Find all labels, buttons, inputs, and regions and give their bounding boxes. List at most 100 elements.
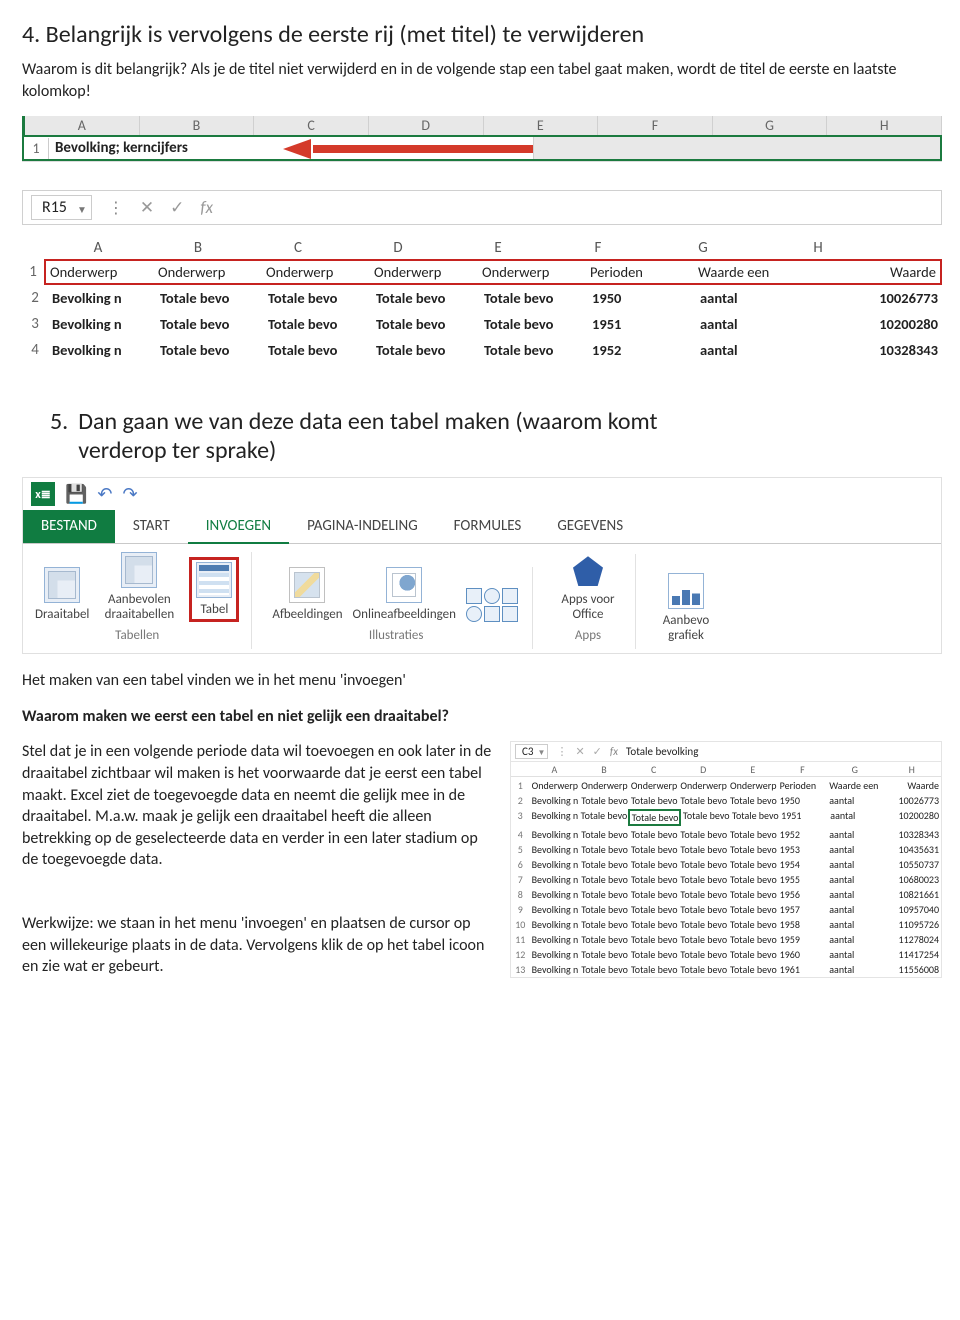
column-header[interactable]: D xyxy=(678,763,728,777)
row-number[interactable]: 1 xyxy=(22,263,44,281)
cell[interactable]: Totale bevo xyxy=(628,809,681,826)
cell[interactable]: 1952 xyxy=(588,341,696,359)
row-number[interactable]: 4 xyxy=(22,341,48,359)
undo-icon[interactable]: ↶ xyxy=(97,483,112,505)
cell[interactable]: Onderwerp xyxy=(629,779,679,792)
online-pictures-button[interactable]: Onlineafbeeldingen xyxy=(353,567,456,622)
column-header[interactable]: F xyxy=(598,116,713,135)
cell[interactable]: 1950 xyxy=(778,794,828,807)
column-header[interactable]: F xyxy=(778,763,828,777)
cell[interactable]: Onderwerp xyxy=(678,779,728,792)
cell[interactable]: Totale bevo xyxy=(629,903,679,916)
cell[interactable]: Bevolking n xyxy=(530,843,580,856)
row-number[interactable]: 7 xyxy=(511,873,530,886)
row-number[interactable]: 6 xyxy=(511,858,530,871)
cell[interactable]: Waarde xyxy=(812,263,940,281)
cell[interactable]: Bevolking n xyxy=(530,963,580,976)
cell[interactable]: 10200280 xyxy=(814,315,942,333)
row-number[interactable]: 2 xyxy=(511,794,530,807)
pivot-table-button[interactable]: Draaitabel xyxy=(35,567,89,622)
cell[interactable]: aantal xyxy=(827,858,882,871)
shapes-button[interactable] xyxy=(466,588,520,622)
cell[interactable]: Waarde een xyxy=(827,779,882,792)
column-header[interactable]: H xyxy=(758,237,878,259)
column-header[interactable]: F xyxy=(548,237,648,259)
row-number[interactable]: 3 xyxy=(511,809,529,826)
cell[interactable]: Totale bevo xyxy=(728,843,778,856)
cell[interactable]: 1951 xyxy=(779,809,828,826)
cell[interactable]: 10550737 xyxy=(882,858,941,871)
cell[interactable]: Bevolking n xyxy=(530,933,580,946)
cell[interactable]: Onderwerp xyxy=(530,779,580,792)
chevron-down-icon[interactable]: ▼ xyxy=(77,203,87,216)
enter-icon[interactable]: ✓ xyxy=(170,197,184,218)
ribbon-tab-gegevens[interactable]: GEGEVENS xyxy=(539,510,641,543)
column-header[interactable]: A xyxy=(530,763,580,777)
cell[interactable]: Totale bevo xyxy=(629,933,679,946)
cell[interactable]: aantal xyxy=(827,794,882,807)
cell[interactable]: Onderwerp xyxy=(579,779,629,792)
column-header[interactable]: H xyxy=(827,116,942,135)
row-number[interactable]: 1 xyxy=(511,779,530,792)
cell[interactable]: Totale bevo xyxy=(678,903,728,916)
cell[interactable]: Totale bevo xyxy=(579,888,629,901)
cell[interactable]: 10328343 xyxy=(882,828,941,841)
cell[interactable]: Bevolking n xyxy=(48,289,156,307)
column-header[interactable]: D xyxy=(348,237,448,259)
cell[interactable]: Totale bevo xyxy=(629,858,679,871)
ribbon-tab-bestand[interactable]: BESTAND xyxy=(23,510,115,543)
cell[interactable]: Totale bevo xyxy=(629,843,679,856)
cell[interactable]: aantal xyxy=(696,315,814,333)
cell[interactable]: Bevolking n xyxy=(530,858,580,871)
cell[interactable]: Onderwerp xyxy=(370,263,478,281)
cell[interactable]: 1950 xyxy=(588,289,696,307)
redo-icon[interactable]: ↷ xyxy=(123,483,138,505)
cell[interactable]: Totale bevo xyxy=(728,948,778,961)
cell[interactable]: Totale bevo xyxy=(264,315,372,333)
cell[interactable]: Bevolking n xyxy=(530,888,580,901)
column-header[interactable]: G xyxy=(827,763,882,777)
cell[interactable]: Totale bevo xyxy=(629,828,679,841)
cell[interactable]: Bevolking n xyxy=(530,903,580,916)
cell[interactable]: 11278024 xyxy=(882,933,941,946)
chevron-down-icon[interactable]: ▼ xyxy=(538,748,546,758)
cell[interactable]: Totale bevo xyxy=(156,315,264,333)
row-number[interactable]: 5 xyxy=(511,843,530,856)
cell[interactable]: Totale bevo xyxy=(728,963,778,976)
cell[interactable]: Totale bevo xyxy=(678,828,728,841)
cell[interactable]: aantal xyxy=(827,828,882,841)
cell[interactable]: aantal xyxy=(827,948,882,961)
row-number[interactable]: 13 xyxy=(511,963,530,976)
cell[interactable]: Onderwerp xyxy=(728,779,778,792)
recommended-chart-button[interactable]: Aanbevo grafiek xyxy=(656,573,716,643)
cell[interactable]: aantal xyxy=(827,933,882,946)
cell[interactable]: Totale bevo xyxy=(579,858,629,871)
cell[interactable]: Totale bevo xyxy=(372,289,480,307)
column-header[interactable]: G xyxy=(648,237,758,259)
formula-bar-value[interactable]: Totale bevolking xyxy=(626,745,698,758)
cell[interactable]: aantal xyxy=(696,289,814,307)
cell[interactable]: Totale bevo xyxy=(156,341,264,359)
row-number[interactable]: 8 xyxy=(511,888,530,901)
column-header[interactable]: C xyxy=(248,237,348,259)
save-icon[interactable]: 💾 xyxy=(65,483,87,505)
cell[interactable]: aantal xyxy=(827,963,882,976)
ribbon-tab-formules[interactable]: FORMULES xyxy=(436,510,540,543)
cancel-icon[interactable]: ✕ xyxy=(140,197,154,218)
cell[interactable]: Onderwerp xyxy=(46,263,154,281)
pictures-button[interactable]: Afbeeldingen xyxy=(272,567,342,622)
cell[interactable]: Totale bevo xyxy=(678,918,728,931)
cell[interactable]: Waarde een xyxy=(694,263,812,281)
column-header[interactable]: E xyxy=(484,116,599,135)
column-header[interactable]: E xyxy=(448,237,548,259)
column-header[interactable]: E xyxy=(728,763,778,777)
column-header[interactable]: C xyxy=(629,763,679,777)
cell[interactable]: 10957040 xyxy=(882,903,941,916)
cell[interactable]: Totale bevo xyxy=(678,873,728,886)
cell[interactable]: Perioden xyxy=(778,779,828,792)
name-box[interactable]: R15▼ xyxy=(31,195,92,220)
cell[interactable]: Totale bevo xyxy=(678,948,728,961)
cell[interactable]: 1958 xyxy=(778,918,828,931)
cell[interactable]: aantal xyxy=(827,918,882,931)
column-header[interactable]: A xyxy=(25,116,140,135)
